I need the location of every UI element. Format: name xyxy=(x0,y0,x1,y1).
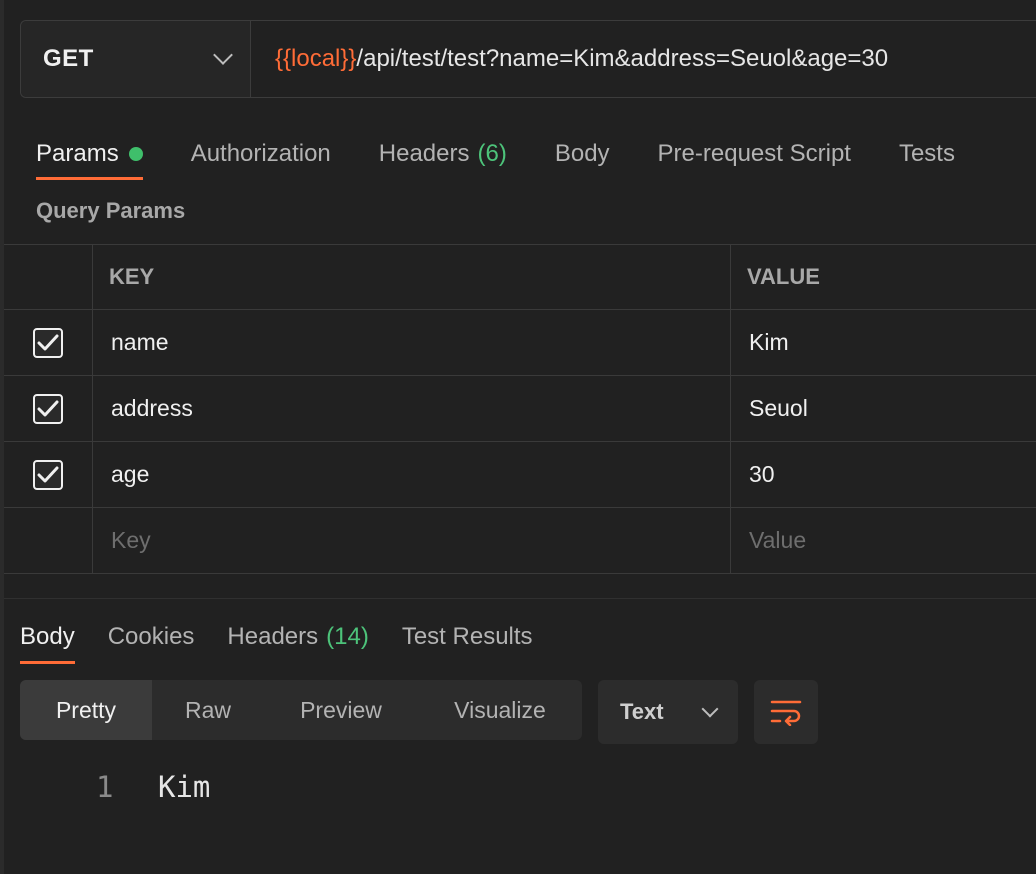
new-value-input[interactable]: Value xyxy=(731,508,1036,573)
view-mode-pretty[interactable]: Pretty xyxy=(20,680,152,740)
tab-cookies[interactable]: Cookies xyxy=(108,610,195,664)
param-value[interactable]: 30 xyxy=(731,442,1036,507)
query-params-table: KEY VALUE name Kim address Seuol age 30 xyxy=(4,244,1036,574)
row-check-cell xyxy=(4,376,93,441)
tab-response-headers[interactable]: Headers (14) xyxy=(227,610,368,664)
request-url-bar: GET {{local}}/api/test/test?name=Kim&add… xyxy=(20,20,1036,98)
tab-label: Authorization xyxy=(190,140,331,167)
new-key-input[interactable]: Key xyxy=(93,508,731,573)
pane-divider[interactable] xyxy=(4,598,1036,599)
chevron-down-icon xyxy=(701,700,719,718)
table-row: name Kim xyxy=(4,310,1036,376)
tab-test-results[interactable]: Test Results xyxy=(402,610,533,664)
tab-response-body[interactable]: Body xyxy=(20,610,75,664)
param-checkbox[interactable] xyxy=(33,327,63,358)
header-check-cell xyxy=(4,245,93,309)
tab-label: Body xyxy=(554,140,610,167)
tab-label: Tests xyxy=(898,140,955,167)
column-header-key: KEY xyxy=(93,245,731,309)
method-dropdown[interactable]: GET xyxy=(21,21,251,97)
view-mode-raw[interactable]: Raw xyxy=(152,680,264,740)
checkmark-icon xyxy=(37,400,59,416)
table-row: address Seuol xyxy=(4,376,1036,442)
tab-label: Test Results xyxy=(401,623,533,650)
tab-label: Params xyxy=(36,140,119,167)
row-check-cell xyxy=(4,508,93,573)
param-value[interactable]: Seuol xyxy=(731,376,1036,441)
param-checkbox[interactable] xyxy=(33,459,63,490)
wrap-lines-icon xyxy=(770,700,802,726)
tab-label: Headers xyxy=(378,140,470,167)
row-check-cell xyxy=(4,442,93,507)
line-number: 1 xyxy=(96,770,114,804)
param-value[interactable]: Kim xyxy=(731,310,1036,375)
tab-params[interactable]: Params xyxy=(36,128,143,180)
tab-label: Headers xyxy=(227,623,319,650)
view-mode-preview[interactable]: Preview xyxy=(264,680,418,740)
format-dropdown[interactable]: Text xyxy=(598,680,738,744)
params-active-dot-icon xyxy=(128,147,143,161)
row-check-cell xyxy=(4,310,93,375)
response-headers-count: (14) xyxy=(326,623,369,650)
tab-pre-request-script[interactable]: Pre-request Script xyxy=(658,128,851,180)
view-mode-switcher: Pretty Raw Preview Visualize xyxy=(20,680,582,740)
response-body-editor[interactable]: 1 Kim xyxy=(96,770,210,804)
request-tabs: Params Authorization Headers (6) Body Pr… xyxy=(36,128,955,180)
column-header-value: VALUE xyxy=(747,264,820,289)
method-label: GET xyxy=(43,45,94,72)
response-tabs: Body Cookies Headers (14) Test Results xyxy=(20,610,566,664)
tab-authorization[interactable]: Authorization xyxy=(191,128,331,180)
wrap-lines-button[interactable] xyxy=(754,680,818,744)
param-checkbox[interactable] xyxy=(33,393,63,424)
table-header-row: KEY VALUE xyxy=(4,244,1036,310)
param-key[interactable]: age xyxy=(93,442,731,507)
url-input[interactable]: {{local}}/api/test/test?name=Kim&address… xyxy=(251,45,888,73)
query-params-title: Query Params xyxy=(36,198,186,223)
param-key[interactable]: address xyxy=(93,376,731,441)
chevron-down-icon xyxy=(213,45,233,65)
url-variable: {{local}} xyxy=(275,45,357,72)
tab-label: Body xyxy=(20,623,75,650)
param-key[interactable]: name xyxy=(93,310,731,375)
table-row: age 30 xyxy=(4,442,1036,508)
format-label: Text xyxy=(620,699,664,724)
checkmark-icon xyxy=(37,466,59,482)
tab-label: Cookies xyxy=(107,623,195,650)
tab-label: Pre-request Script xyxy=(657,140,851,167)
response-line: Kim xyxy=(158,770,211,804)
tab-body[interactable]: Body xyxy=(555,128,610,180)
headers-count: (6) xyxy=(477,140,507,167)
table-row-new: Key Value xyxy=(4,508,1036,574)
tab-tests[interactable]: Tests xyxy=(899,128,955,180)
tab-headers[interactable]: Headers (6) xyxy=(379,128,507,180)
view-mode-visualize[interactable]: Visualize xyxy=(418,680,582,740)
url-path: /api/test/test?name=Kim&address=Seuol&ag… xyxy=(356,45,889,72)
checkmark-icon xyxy=(37,334,59,350)
